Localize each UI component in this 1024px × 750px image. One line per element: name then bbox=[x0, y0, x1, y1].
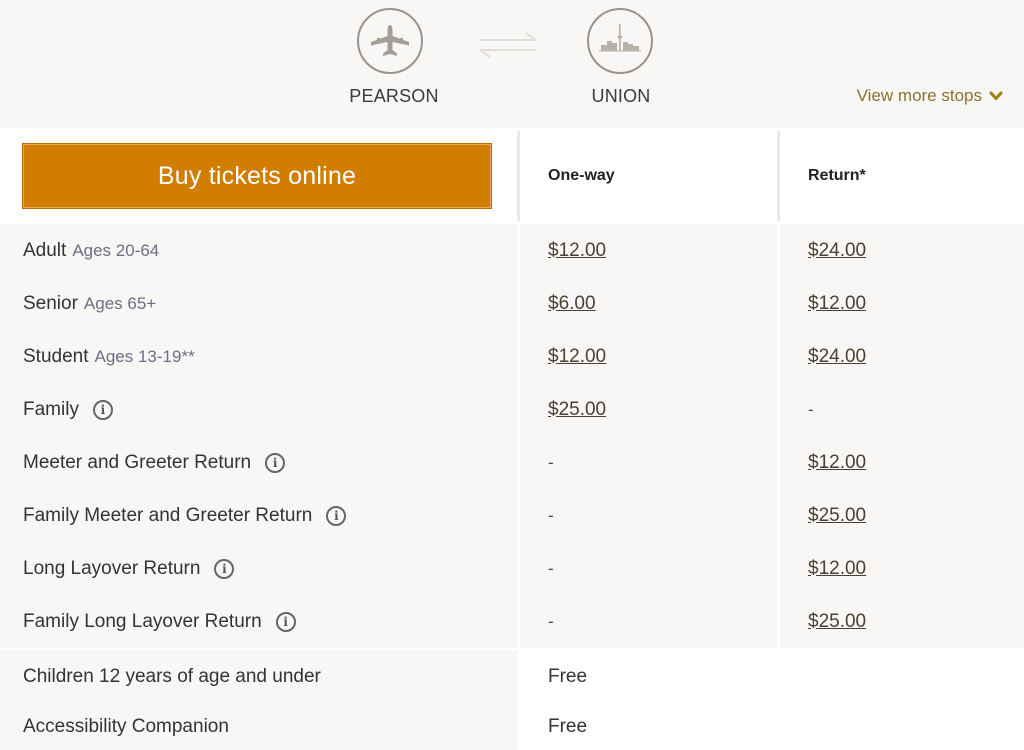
return-column-header: Return* bbox=[808, 167, 866, 184]
info-icon[interactable]: i bbox=[275, 611, 296, 632]
fare-name-cell: Student Ages 13-19** bbox=[0, 330, 520, 383]
fare-row-family-long-layover: Family Long Layover Return i - $25.00 bbox=[0, 595, 1024, 648]
one-way-cell: $12.00 bbox=[520, 330, 780, 383]
info-icon[interactable]: i bbox=[326, 505, 347, 526]
fare-row-senior: Senior Ages 65+ $6.00 $12.00 bbox=[0, 277, 1024, 330]
fare-name-cell: Long Layover Return i bbox=[0, 542, 520, 595]
age-note: Ages 13-19** bbox=[94, 346, 195, 366]
one-way-unavailable: - bbox=[548, 452, 554, 472]
fare-name: Family Meeter and Greeter Return bbox=[23, 504, 313, 526]
return-cell: - bbox=[780, 383, 1024, 436]
fare-name-cell: Senior Ages 65+ bbox=[0, 277, 520, 330]
one-way-price-link[interactable]: $12.00 bbox=[548, 346, 606, 368]
fare-row-long-layover: Long Layover Return i - $12.00 bbox=[0, 542, 1024, 595]
fare-name-cell: Meeter and Greeter Return i bbox=[0, 436, 520, 489]
return-cell: $25.00 bbox=[780, 595, 1024, 648]
city-skyline-icon[interactable] bbox=[587, 8, 653, 74]
view-more-stops-link[interactable]: View more stops bbox=[857, 86, 1004, 106]
fare-name: Family Long Layover Return bbox=[23, 610, 262, 632]
one-way-cell: $6.00 bbox=[520, 277, 780, 330]
airplane-icon[interactable] bbox=[357, 8, 423, 74]
view-more-label: View more stops bbox=[856, 86, 982, 105]
fare-row-family: Family i $25.00 - bbox=[0, 383, 1024, 436]
return-cell: $24.00 bbox=[780, 224, 1024, 277]
return-price-link[interactable]: $12.00 bbox=[808, 293, 866, 315]
fare-name: Senior bbox=[23, 292, 78, 314]
return-cell: $12.00 bbox=[780, 436, 1024, 489]
one-way-price-link[interactable]: $25.00 bbox=[548, 399, 606, 421]
fare-page: PEARSON UNION View more stops Buy ticket… bbox=[0, 0, 1024, 750]
return-price-link[interactable]: $12.00 bbox=[808, 558, 866, 580]
fare-name: Meeter and Greeter Return bbox=[23, 451, 252, 473]
fare-table-header: Buy tickets online One-way Return* bbox=[0, 131, 1024, 221]
return-unavailable: - bbox=[808, 399, 814, 419]
fare-name-cell: Children 12 years of age and under bbox=[0, 650, 520, 703]
fare-row-adult: Adult Ages 20-64 $12.00 $24.00 bbox=[0, 224, 1024, 277]
swap-arrows-icon[interactable] bbox=[478, 30, 538, 60]
return-cell: $25.00 bbox=[780, 489, 1024, 542]
fare-name: Long Layover Return bbox=[23, 557, 201, 579]
free-fare: Free bbox=[548, 665, 588, 687]
fare-name-cell: Family Meeter and Greeter Return i bbox=[0, 489, 520, 542]
fare-name-cell: Adult Ages 20-64 bbox=[0, 224, 520, 277]
one-way-unavailable: - bbox=[548, 558, 554, 578]
one-way-cell: $12.00 bbox=[520, 224, 780, 277]
info-icon[interactable]: i bbox=[265, 452, 286, 473]
return-price-link[interactable]: $24.00 bbox=[808, 240, 866, 262]
one-way-column-header: One-way bbox=[548, 167, 615, 184]
return-price-link[interactable]: $25.00 bbox=[808, 505, 866, 527]
fare-name: Accessibility Companion bbox=[23, 715, 229, 737]
return-price-link[interactable]: $24.00 bbox=[808, 346, 866, 368]
fare-row-family-meeter-greeter: Family Meeter and Greeter Return i - $25… bbox=[0, 489, 1024, 542]
destination-label: UNION bbox=[591, 86, 651, 106]
return-cell: $12.00 bbox=[780, 542, 1024, 595]
one-way-price-link[interactable]: $12.00 bbox=[548, 240, 606, 262]
one-way-cell: - bbox=[520, 436, 780, 489]
one-way-cell: $25.00 bbox=[520, 383, 780, 436]
one-way-cell: - bbox=[520, 542, 780, 595]
fare-name: Adult bbox=[23, 239, 67, 261]
fare-name-cell: Family Long Layover Return i bbox=[0, 595, 520, 648]
fare-value-cell: Free bbox=[520, 650, 1024, 703]
one-way-unavailable: - bbox=[548, 505, 554, 525]
fare-row-children: Children 12 years of age and under Free bbox=[0, 650, 1024, 703]
buy-tickets-button[interactable]: Buy tickets online bbox=[22, 143, 492, 209]
fare-name: Family bbox=[23, 398, 79, 420]
chevron-down-icon bbox=[989, 91, 1003, 100]
return-cell: $12.00 bbox=[780, 277, 1024, 330]
fare-row-accessibility: Accessibility Companion Free bbox=[0, 703, 1024, 750]
fare-row-meeter-greeter: Meeter and Greeter Return i - $12.00 bbox=[0, 436, 1024, 489]
one-way-price-link[interactable]: $6.00 bbox=[548, 293, 596, 315]
one-way-cell: - bbox=[520, 595, 780, 648]
info-icon[interactable]: i bbox=[214, 558, 235, 579]
return-header-cell: Return* bbox=[780, 131, 1024, 221]
one-way-cell: - bbox=[520, 489, 780, 542]
origin-label: PEARSON bbox=[349, 86, 439, 106]
fare-row-student: Student Ages 13-19** $12.00 $24.00 bbox=[0, 330, 1024, 383]
fare-name: Student bbox=[23, 345, 89, 367]
one-way-header-cell: One-way bbox=[520, 131, 780, 221]
free-fare: Free bbox=[548, 715, 588, 737]
fare-value-cell: Free bbox=[520, 703, 1024, 750]
buy-cell: Buy tickets online bbox=[0, 131, 520, 221]
fare-name: Children 12 years of age and under bbox=[23, 665, 321, 687]
age-note: Ages 65+ bbox=[83, 293, 157, 313]
one-way-unavailable: - bbox=[548, 611, 554, 631]
age-note: Ages 20-64 bbox=[72, 240, 160, 260]
fare-name-cell: Family i bbox=[0, 383, 520, 436]
fare-name-cell: Accessibility Companion bbox=[0, 703, 520, 750]
info-icon[interactable]: i bbox=[92, 399, 113, 420]
return-cell: $24.00 bbox=[780, 330, 1024, 383]
return-price-link[interactable]: $25.00 bbox=[808, 611, 866, 633]
route-header: PEARSON UNION View more stops bbox=[0, 0, 1024, 128]
return-price-link[interactable]: $12.00 bbox=[808, 452, 866, 474]
